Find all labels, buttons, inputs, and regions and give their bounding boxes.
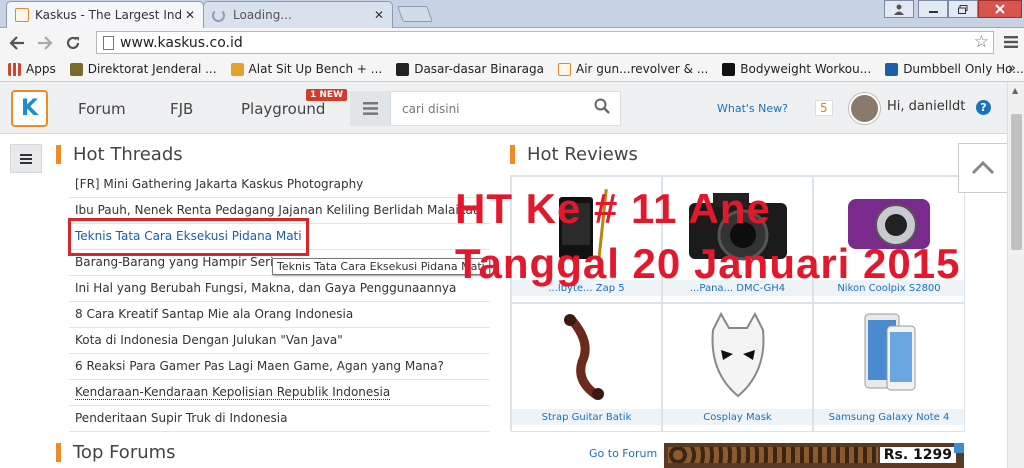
close-window-icon[interactable] (978, 0, 1022, 18)
nav-fjb[interactable]: FJB (170, 100, 193, 118)
bookmark-label: Dumbbell Only Ho... (903, 62, 1024, 76)
search-placeholder: cari disini (402, 101, 460, 116)
list-item[interactable]: 8 Cara Kreatif Santap Mie ala Orang Indo… (69, 302, 490, 328)
address-bar[interactable]: www.kaskus.co.id ☆ (96, 31, 994, 54)
bookmark-label: Direktorat Jenderal ... (87, 62, 217, 76)
tab-title: Loading... (233, 8, 292, 22)
smartphone-image (864, 313, 916, 391)
tab-close-icon[interactable]: ✕ (185, 8, 195, 22)
window-controls (884, 0, 1022, 18)
hamburger-menu-icon[interactable] (350, 91, 390, 126)
tab-kaskus[interactable]: Kaskus - The Largest Indo ✕ (6, 1, 204, 28)
scroll-to-top-button[interactable] (958, 143, 1008, 193)
review-caption: Samsung Galaxy Note 4 (814, 409, 964, 425)
scroll-up-arrow-icon[interactable]: ▲ (1012, 86, 1018, 95)
kaskus-favicon-icon (15, 8, 29, 22)
help-icon[interactable]: ? (976, 100, 991, 115)
go-to-forum-link[interactable]: Go to Forum (589, 447, 657, 460)
bookmarks-more-icon[interactable]: » (1008, 61, 1016, 76)
tab-strip: Kaskus - The Largest Indo ✕ Loading... ✕ (0, 0, 1024, 28)
emblem-icon (69, 62, 83, 76)
ad-price: Rs. 1299 (879, 447, 956, 463)
page-icon (103, 35, 114, 50)
new-badge: 1 NEW (306, 89, 348, 101)
list-item[interactable]: 6 Reaksi Para Gamer Pas Lagi Maen Game, … (69, 354, 490, 380)
list-item[interactable]: Penderitaan Supir Truk di Indonesia (69, 406, 490, 432)
chrome-menu-icon[interactable] (1004, 33, 1018, 52)
bead-bracelet-image (668, 447, 878, 463)
search-input[interactable]: cari disini (390, 91, 621, 126)
list-item[interactable]: Kota di Indonesia Dengan Julukan "Van Ja… (69, 328, 490, 354)
bookmark-apps[interactable]: Apps (8, 62, 56, 76)
loading-spinner-icon (212, 8, 225, 22)
annotation-line-2: Tanggal 20 Januari 2015 (455, 240, 961, 287)
bookmarks-bar: Apps Direktorat Jenderal ... Alat Sit Up… (0, 57, 1024, 82)
bookmark-label: Alat Sit Up Bench + ... (248, 62, 383, 76)
apps-grid-icon (8, 62, 21, 76)
bookmark-label: Bodyweight Workou... (740, 62, 872, 76)
review-card[interactable]: Samsung Galaxy Note 4 (813, 303, 965, 432)
bookmark-item[interactable]: Air gun...revolver & ... (558, 62, 708, 76)
review-card[interactable]: Cosplay Mask (662, 303, 813, 432)
restore-icon[interactable] (948, 0, 978, 18)
hot-reviews-title: Hot Reviews (510, 145, 638, 164)
bookmark-item[interactable]: Direktorat Jenderal ... (69, 62, 217, 76)
df-icon (722, 62, 736, 76)
ms-icon (885, 62, 899, 76)
bookmark-star-icon[interactable]: ☆ (974, 32, 989, 52)
list-item[interactable]: Kendaraan-Kendaraan Kepolisian Republik … (69, 380, 490, 406)
tab-title: Kaskus - The Largest Indo (35, 8, 181, 22)
chevron-up-icon (971, 161, 995, 175)
bookmark-item[interactable]: Bodyweight Workou... (722, 62, 871, 76)
bookmark-item[interactable]: Alat Sit Up Bench + ... (230, 62, 383, 76)
list-item[interactable]: Ini Hal yang Berubah Fungsi, Makna, dan … (69, 276, 490, 302)
page-scrollbar[interactable]: ▲ (1007, 82, 1024, 468)
reload-icon[interactable] (62, 32, 84, 54)
kaskus-icon (558, 62, 572, 76)
cosplay-mask-image (711, 312, 764, 398)
search-icon[interactable] (594, 98, 610, 114)
bookmark-label: Apps (26, 62, 56, 76)
runner-icon (396, 62, 410, 76)
minimize-icon[interactable] (918, 0, 948, 18)
forward-arrow-icon[interactable] (34, 32, 56, 54)
list-item[interactable]: [FR] Mini Gathering Jakarta Kaskus Photo… (69, 172, 490, 198)
bookmark-item[interactable]: Dasar-dasar Binaraga (396, 62, 544, 76)
whats-new-link[interactable]: What's New? (717, 102, 788, 115)
review-caption: Strap Guitar Batik (512, 409, 661, 425)
advertisement-banner[interactable]: Rs. 1299 (664, 443, 964, 468)
hot-threads-title: Hot Threads (56, 145, 183, 164)
adchoices-icon[interactable] (954, 443, 964, 453)
review-card[interactable]: Strap Guitar Batik (511, 303, 662, 432)
scrollbar-thumb[interactable] (1011, 114, 1022, 250)
tab-close-icon[interactable]: ✕ (374, 8, 384, 22)
tab-loading[interactable]: Loading... ✕ (203, 1, 393, 28)
review-caption: Cosplay Mask (663, 409, 812, 425)
site-header: K Forum FJB Playground 1 NEW cari disini… (0, 82, 1024, 134)
sidebar-toggle-icon[interactable] (10, 144, 42, 173)
notification-count[interactable]: 5 (815, 100, 833, 116)
user-profile-icon[interactable] (884, 0, 914, 18)
back-arrow-icon[interactable] (6, 32, 28, 54)
bookmark-label: Dasar-dasar Binaraga (414, 62, 545, 76)
nav-playground[interactable]: Playground (241, 100, 325, 118)
hot-threads-list: [FR] Mini Gathering Jakarta Kaskus Photo… (69, 172, 490, 432)
tag-icon (230, 62, 244, 76)
browser-toolbar: www.kaskus.co.id ☆ (0, 28, 1024, 57)
bookmark-label: Air gun...revolver & ... (576, 62, 709, 76)
top-forums-title: Top Forums (56, 443, 176, 462)
new-tab-button[interactable] (397, 6, 433, 22)
kaskus-logo[interactable]: K (11, 90, 48, 127)
highlight-annotation-box (68, 218, 309, 256)
guitar-strap-image (563, 314, 604, 400)
annotation-line-1: HT Ke # 11 Ane (455, 185, 771, 232)
nav-forum[interactable]: Forum (78, 100, 126, 118)
avatar[interactable] (849, 93, 880, 124)
bookmark-item[interactable]: Dumbbell Only Ho... (885, 62, 1024, 76)
user-greeting[interactable]: Hi, danielldt (887, 99, 965, 114)
url-text: www.kaskus.co.id (120, 34, 243, 51)
